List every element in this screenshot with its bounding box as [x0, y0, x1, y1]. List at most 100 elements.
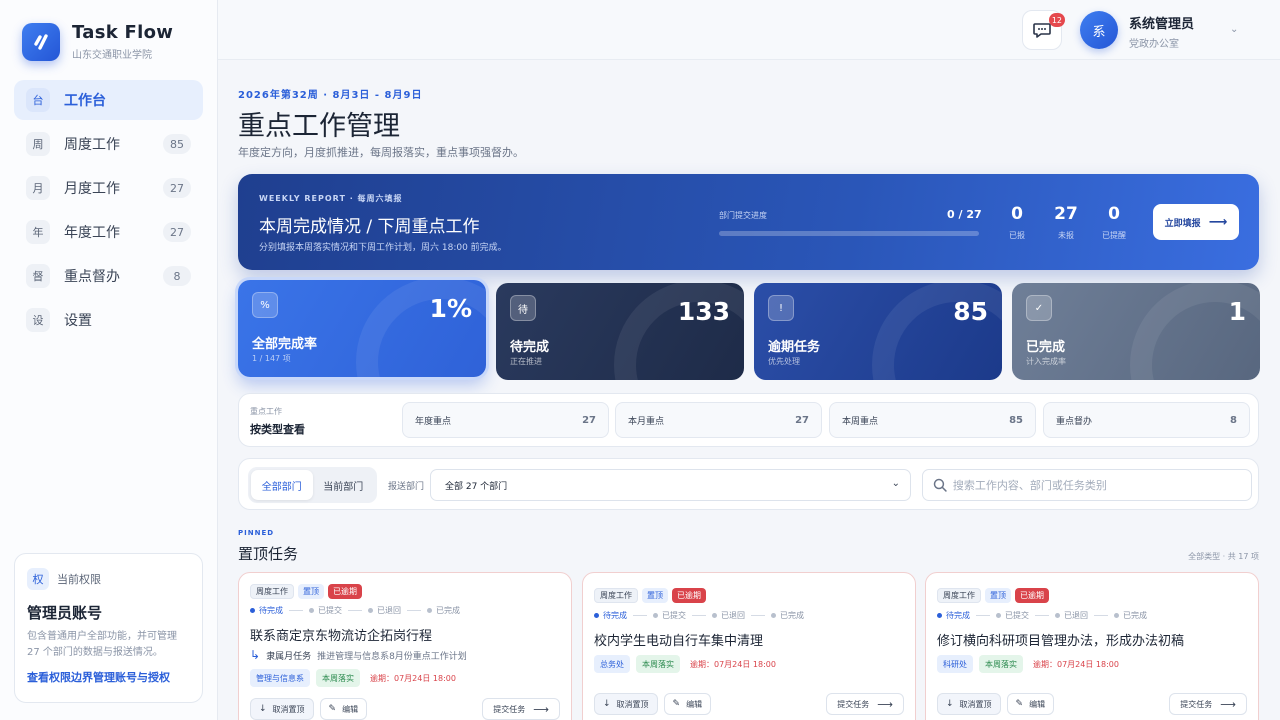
- pending-icon: 待: [510, 295, 536, 321]
- alert-icon: !: [768, 295, 794, 321]
- step-label: 待完成: [603, 611, 627, 620]
- kpi-title: 已完成: [1026, 340, 1066, 355]
- stat-num: 27: [1054, 204, 1078, 224]
- kpi-pending[interactable]: 待 133 待完成 正在推进: [496, 283, 744, 380]
- permission-head: 当前权限: [57, 573, 101, 586]
- tag-type: 周度工作: [937, 588, 981, 603]
- step-label: 已退回: [1064, 611, 1088, 620]
- arrow-down-icon: ↓: [603, 699, 611, 709]
- type-chip-label: 本周重点: [842, 416, 879, 427]
- sidebar-item-label: 工作台: [64, 93, 106, 109]
- edit-label: 编辑: [1029, 699, 1046, 709]
- step-label: 已完成: [780, 611, 804, 620]
- edit-label: 编辑: [342, 704, 359, 714]
- banner-kicker: WEEKLY REPORT · 每周六填报: [259, 194, 403, 203]
- kpi-completed[interactable]: ✓ 1 已完成 计入完成率: [1012, 283, 1260, 380]
- task-card[interactable]: 周度工作 置顶 已逾期 待完成 已提交 已退回 已完成 校内学生电动自行车集中清…: [582, 572, 916, 720]
- type-chip-count: 8: [1230, 414, 1237, 426]
- submit-task-button[interactable]: 提交任务 ⟶: [826, 693, 904, 715]
- task-card[interactable]: 周度工作 置顶 已逾期 待完成 已提交 已退回 已完成 联系商定京东物流访企拓岗…: [238, 572, 572, 720]
- task-title: 校内学生电动自行车集中清理: [594, 634, 764, 649]
- edit-button[interactable]: ✎ 编辑: [1006, 693, 1055, 715]
- tag-overdue: 已逾期: [672, 588, 706, 603]
- unpin-button[interactable]: ↓ 取消置顶: [937, 693, 1001, 715]
- tag-type: 周度工作: [250, 584, 294, 599]
- sidebar-item-weekly[interactable]: 周 周度工作 85: [14, 124, 203, 164]
- step-label: 已提交: [1005, 611, 1029, 620]
- type-chip-label: 重点督办: [1056, 416, 1093, 427]
- submit-label: 提交任务: [1180, 699, 1213, 709]
- stage-chip: 本周落实: [316, 669, 360, 687]
- kpi-title: 逾期任务: [768, 340, 821, 355]
- dept-select-value: 全部 27 个部门: [445, 481, 508, 492]
- scope-current-button[interactable]: 当前部门: [313, 470, 375, 500]
- page-title: 重点工作管理: [238, 111, 400, 142]
- status-steps: 待完成 已提交 已退回 已完成: [937, 610, 1147, 621]
- search-input[interactable]: [952, 478, 1241, 492]
- stat-unreported: 27 未报: [1048, 204, 1084, 241]
- banner-title: 本周完成情况 / 下周重点工作: [259, 217, 480, 237]
- type-chip-annual[interactable]: 年度重点 27: [402, 402, 609, 438]
- type-chip-monthly[interactable]: 本月重点 27: [615, 402, 822, 438]
- permission-card: 权 当前权限 管理员账号 包含普通用户全部功能，并可管理 27 个部门的数据与报…: [14, 553, 203, 703]
- filter-bar: 全部部门 当前部门 报送部门 全部 27 个部门 ⌄: [238, 458, 1259, 510]
- avatar[interactable]: 系: [1080, 11, 1118, 49]
- sidebar-item-workbench[interactable]: 台 工作台: [14, 80, 203, 120]
- task-title: 联系商定京东物流访企拓岗行程: [250, 629, 433, 644]
- dept-select[interactable]: 全部 27 个部门 ⌄: [430, 469, 911, 501]
- kpi-value: 85: [953, 297, 988, 326]
- due-date: 逾期：07月24日 18:00: [370, 673, 456, 683]
- submit-task-button[interactable]: 提交任务 ⟶: [482, 698, 560, 720]
- sidebar-item-label: 年度工作: [64, 225, 120, 241]
- chevron-down-icon[interactable]: ⌄: [1230, 24, 1238, 35]
- kpi-overdue[interactable]: ! 85 逾期任务 优先处理: [754, 283, 1002, 380]
- sidebar-item-annual[interactable]: 年 年度工作 27: [14, 212, 203, 252]
- task-card[interactable]: 周度工作 置顶 已逾期 待完成 已提交 已退回 已完成 修订横向科研项目管理办法…: [925, 572, 1259, 720]
- settings-icon: 设: [26, 308, 50, 332]
- arrow-right-icon: ⟶: [877, 697, 893, 711]
- edit-button[interactable]: ✎ 编辑: [319, 698, 368, 720]
- message-button[interactable]: 12: [1022, 10, 1065, 50]
- step-label: 已完成: [436, 606, 460, 615]
- monthly-icon: 月: [26, 176, 50, 200]
- topbar: 12 系 系统管理员 党政办公室 ⌄: [218, 0, 1280, 60]
- edit-button[interactable]: ✎ 编辑: [663, 693, 712, 715]
- stat-label: 已报: [1009, 231, 1025, 240]
- dept-chip: 科研处: [937, 655, 973, 673]
- step-label: 已退回: [377, 606, 401, 615]
- fill-report-button[interactable]: 立即填报 ⟶: [1153, 204, 1239, 240]
- permission-link[interactable]: 查看权限边界管理账号与授权: [27, 669, 190, 685]
- unpin-label: 取消置顶: [272, 704, 305, 714]
- brand[interactable]: Task Flow 山东交通职业学院: [22, 22, 173, 61]
- subtask-arrow-icon: ↳: [250, 648, 261, 662]
- kpi-value: 1%: [429, 294, 472, 323]
- sidebar-item-label: 重点督办: [64, 269, 120, 285]
- submit-task-button[interactable]: 提交任务 ⟶: [1169, 693, 1247, 715]
- stage-chip: 本周落实: [979, 655, 1023, 673]
- kpi-completion-rate[interactable]: % 1% 全部完成率 1 / 147 项: [238, 280, 486, 377]
- sidebar-item-supervision[interactable]: 督 重点督办 8: [14, 256, 203, 296]
- pencil-icon: ✎: [672, 699, 681, 709]
- dept-chip: 总务处: [594, 655, 630, 673]
- unpin-button[interactable]: ↓ 取消置顶: [250, 698, 314, 720]
- type-chip-supervision[interactable]: 重点督办 8: [1043, 402, 1250, 438]
- step-label: 已提交: [662, 611, 686, 620]
- unpin-button[interactable]: ↓ 取消置顶: [594, 693, 658, 715]
- sidebar-item-count: 27: [163, 178, 191, 198]
- sidebar-item-settings[interactable]: 设 设置: [14, 300, 203, 340]
- user-name[interactable]: 系统管理员: [1129, 13, 1194, 32]
- arrow-down-icon: ↓: [259, 704, 267, 714]
- scope-all-button[interactable]: 全部部门: [251, 470, 313, 500]
- week-label: 2026年第32周 · 8月3日 - 8月9日: [238, 90, 423, 101]
- message-badge: 12: [1048, 13, 1065, 27]
- sidebar-item-monthly[interactable]: 月 月度工作 27: [14, 168, 203, 208]
- type-chip-weekly[interactable]: 本周重点 85: [829, 402, 1036, 438]
- kpi-value: 133: [677, 297, 730, 326]
- stage-chip: 本周落实: [636, 655, 680, 673]
- stat-label: 未报: [1058, 231, 1074, 240]
- submit-label: 提交任务: [493, 704, 526, 714]
- weekly-report-banner: WEEKLY REPORT · 每周六填报 本周完成情况 / 下周重点工作 分别…: [238, 174, 1259, 270]
- progress-bar: [719, 231, 979, 236]
- tag-overdue: 已逾期: [328, 584, 362, 599]
- sidebar-item-label: 周度工作: [64, 137, 120, 153]
